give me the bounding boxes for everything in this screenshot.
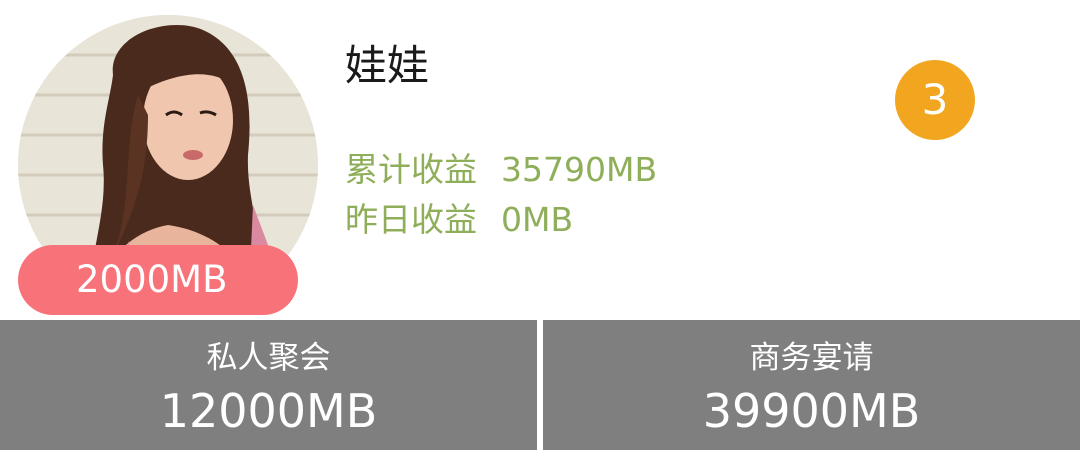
business-banquet-value: 39900MB: [702, 384, 921, 438]
yesterday-earnings-label: 昨日收益: [345, 200, 477, 239]
profile-card[interactable]: 2000MB 娃娃 3 累计收益 35790MB 昨日收益 0MB: [0, 0, 1080, 320]
business-banquet-tile[interactable]: 商务宴请 39900MB: [543, 320, 1080, 450]
total-earnings-label: 累计收益: [345, 150, 477, 189]
private-party-tile[interactable]: 私人聚会 12000MB: [0, 320, 537, 450]
total-earnings-value: 35790MB: [501, 150, 658, 189]
badge-value: 2000MB: [18, 245, 298, 315]
user-name: 娃娃: [345, 41, 430, 90]
private-party-value: 12000MB: [159, 384, 378, 438]
rank-badge: 3: [895, 60, 975, 140]
yesterday-earnings-value: 0MB: [501, 200, 574, 239]
yesterday-earnings-row: 昨日收益 0MB: [345, 198, 573, 242]
private-party-label: 私人聚会: [206, 340, 331, 376]
bottom-bar: 私人聚会 12000MB 商务宴请 39900MB: [0, 320, 1080, 450]
business-banquet-label: 商务宴请: [749, 340, 874, 376]
total-earnings-row: 累计收益 35790MB: [345, 148, 657, 192]
